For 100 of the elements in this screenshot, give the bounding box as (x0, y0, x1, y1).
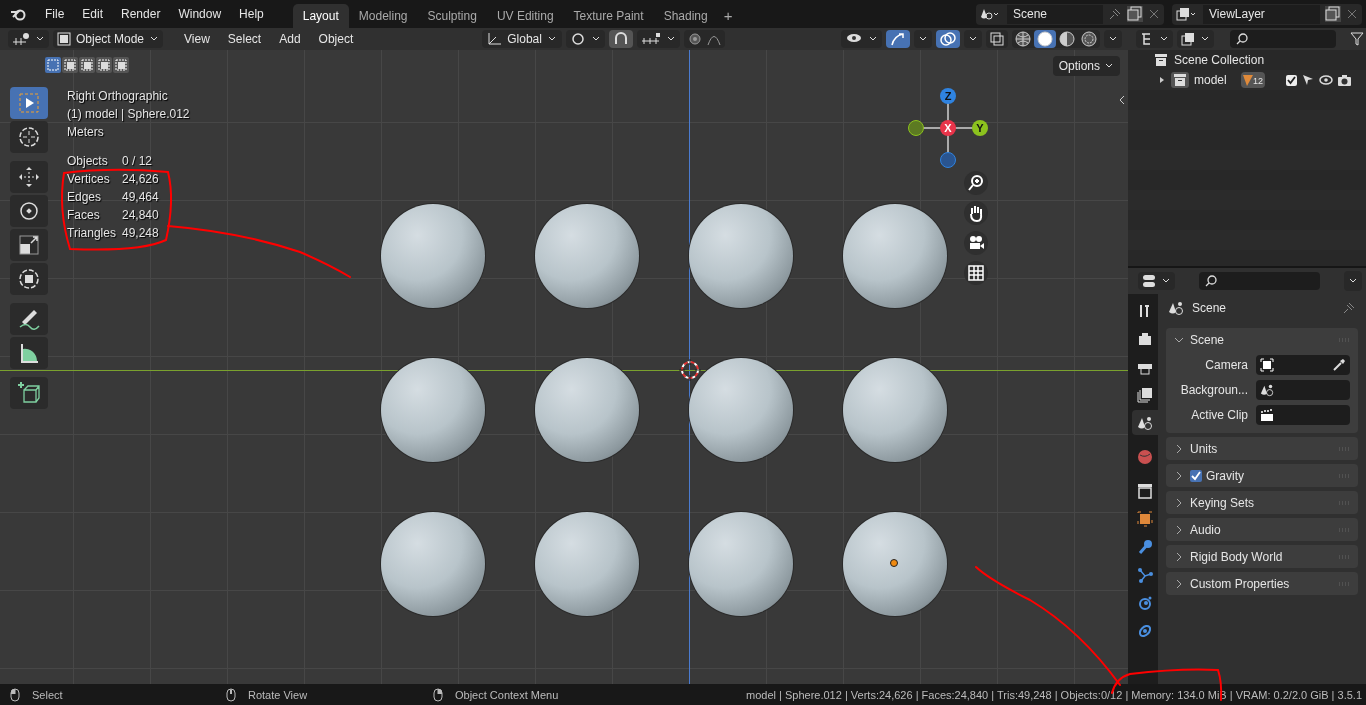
options-dropdown[interactable]: Options (1052, 56, 1120, 76)
panel-checkbox[interactable] (1190, 469, 1202, 482)
viewport-menu[interactable]: Select (220, 32, 269, 46)
camera-icon[interactable] (1338, 74, 1351, 86)
data-field[interactable] (1256, 405, 1350, 425)
copy-icon[interactable] (1325, 6, 1341, 22)
view-layer-field[interactable]: ViewLayer (1203, 4, 1320, 24)
caret-icon (918, 35, 928, 43)
snap-toggle[interactable] (609, 30, 634, 48)
editor-type-button[interactable] (8, 30, 49, 48)
add-workspace-button[interactable]: + (717, 5, 739, 28)
panel-title[interactable]: Rigid Body World (1190, 549, 1283, 564)
mode-dropdown[interactable]: Object Mode (53, 30, 164, 48)
eyedropper-icon[interactable] (1332, 358, 1346, 372)
selection-mode-button[interactable] (79, 57, 95, 73)
x-axis-handle[interactable]: X (940, 120, 956, 136)
properties-tab[interactable] (1132, 410, 1158, 435)
selection-mode-button[interactable] (113, 57, 129, 73)
selection-mode-button[interactable] (45, 57, 61, 73)
pin-icon[interactable] (1342, 301, 1356, 315)
copy-icon[interactable] (1127, 6, 1143, 22)
panel-title[interactable]: Custom Properties (1190, 576, 1290, 591)
tool-button[interactable] (10, 377, 48, 409)
y-axis-handle[interactable]: Y (972, 120, 988, 136)
viewport-menu[interactable]: View (177, 32, 217, 46)
outliner-item[interactable]: model (1194, 73, 1236, 87)
xray-toggle[interactable] (986, 30, 1008, 48)
close-icon[interactable] (1148, 8, 1160, 20)
eye-icon[interactable] (1319, 75, 1333, 85)
tool-button[interactable] (10, 87, 48, 119)
menu-item[interactable]: Help (230, 4, 273, 24)
view-layer-dropdown-icon[interactable] (1176, 7, 1198, 21)
exclude-checkbox[interactable] (1286, 74, 1297, 86)
tool-button[interactable] (10, 263, 48, 295)
z-axis-handle[interactable]: Z (940, 88, 956, 104)
camera-icon (967, 234, 985, 252)
menu-item[interactable]: File (36, 4, 74, 24)
mouse-icon (226, 687, 236, 702)
workspace-tab[interactable]: Layout (292, 4, 349, 28)
scene-icon (1137, 414, 1153, 431)
tool-button[interactable] (10, 229, 48, 261)
shading-mode-button[interactable] (1056, 30, 1078, 48)
pan-button[interactable] (964, 201, 988, 225)
filter-layers-dropdown[interactable] (1177, 30, 1214, 48)
panel-title[interactable]: Scene (1190, 332, 1225, 347)
pin-icon[interactable] (1108, 7, 1122, 21)
gizmo-toggle[interactable] (886, 30, 910, 48)
pivot-dropdown[interactable] (566, 30, 606, 48)
negative-z-axis-handle[interactable] (940, 152, 956, 168)
editor-type-button[interactable] (1138, 272, 1175, 290)
shading-mode-button[interactable] (1078, 30, 1100, 48)
workspace-tab[interactable]: Sculpting (417, 4, 487, 28)
panel-title[interactable]: Audio (1190, 522, 1221, 537)
workspace-tab[interactable]: Modeling (348, 4, 418, 28)
shading-mode-button[interactable] (1012, 30, 1034, 48)
proportional-editing-toggle[interactable] (684, 30, 726, 48)
visibility-dropdown[interactable] (841, 30, 882, 48)
tool-button[interactable] (10, 195, 48, 227)
tool-button[interactable] (10, 121, 48, 153)
workspace-tab[interactable]: UV Editing (486, 4, 564, 28)
panel-title[interactable]: Gravity (1206, 468, 1244, 483)
snap-target-dropdown[interactable] (637, 30, 681, 48)
data-field[interactable] (1256, 355, 1350, 375)
shading-mode-button[interactable] (1034, 30, 1056, 48)
panel-title[interactable]: Units (1190, 441, 1218, 456)
tool-button[interactable] (10, 303, 48, 335)
menu-item[interactable]: Render (112, 4, 170, 24)
filter-icon[interactable] (1350, 32, 1364, 46)
search-field[interactable] (1199, 272, 1320, 290)
viewport-menu[interactable]: Add (272, 32, 308, 46)
tool-button[interactable] (10, 337, 48, 369)
panel-title[interactable]: Keying Sets (1190, 495, 1255, 510)
caret-icon (35, 35, 45, 43)
overlays-toggle[interactable] (936, 30, 960, 48)
grid-button[interactable] (964, 261, 988, 285)
negative-y-axis-handle[interactable] (908, 120, 924, 136)
display-mode-dropdown[interactable] (1136, 30, 1173, 48)
mesh-count-badge[interactable]: 12 (1241, 72, 1265, 88)
workspace-tab[interactable]: Texture Paint (563, 4, 654, 28)
selection-mode-button[interactable] (96, 57, 112, 73)
workspace-tab[interactable]: Shading (653, 4, 718, 28)
expand-arrow-icon[interactable] (1158, 76, 1166, 84)
status-hint: Rotate View (248, 688, 308, 701)
search-field[interactable] (1230, 30, 1336, 48)
scene-field[interactable]: Scene (1007, 4, 1103, 24)
magnet-icon (613, 32, 630, 46)
blender-logo-icon[interactable] (10, 7, 26, 21)
menu-item[interactable]: Window (169, 4, 231, 24)
viewport-menu[interactable]: Object (311, 32, 361, 46)
tool-button[interactable] (10, 161, 48, 193)
selection-mode-button[interactable] (62, 57, 78, 73)
orientation-dropdown[interactable]: Global (482, 30, 563, 48)
outliner-item[interactable]: Scene Collection (1174, 53, 1265, 67)
zoom-button[interactable] (964, 171, 988, 195)
data-field[interactable] (1256, 380, 1350, 400)
close-icon[interactable] (1346, 8, 1358, 20)
camera-button[interactable] (964, 231, 988, 255)
chevron-left-icon[interactable] (1118, 95, 1126, 105)
menu-item[interactable]: Edit (73, 4, 113, 24)
pointer-icon[interactable] (1302, 74, 1314, 86)
